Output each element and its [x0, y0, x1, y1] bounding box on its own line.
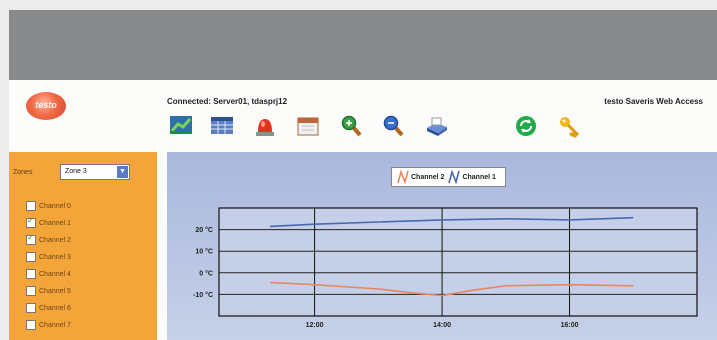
- alarm-icon[interactable]: [253, 114, 279, 140]
- y-tick-label: 20 °C: [195, 226, 213, 234]
- refresh-icon[interactable]: [514, 114, 540, 140]
- checkbox[interactable]: [26, 286, 36, 296]
- zone-select-value: Zone 3: [65, 168, 87, 175]
- channel-label: Channel 0: [39, 202, 71, 210]
- channel-checkbox-7[interactable]: Channel 7: [26, 319, 71, 331]
- chevron-down-icon[interactable]: ▼: [117, 166, 128, 178]
- zoom-in-icon[interactable]: [340, 114, 366, 140]
- checkbox[interactable]: [26, 269, 36, 279]
- channel-label: Channel 6: [39, 304, 71, 312]
- channel-checkbox-5[interactable]: Channel 5: [26, 285, 71, 297]
- checkbox[interactable]: [26, 320, 36, 330]
- checkbox[interactable]: [26, 252, 36, 262]
- channel-label: Channel 1: [39, 219, 71, 227]
- toolbar: [164, 114, 604, 146]
- zone-select[interactable]: Zone 3 ▼: [60, 164, 130, 180]
- plot-area: [218, 207, 698, 317]
- line-chart: 20 °C 10 °C 0 °C -10 °C 12:00 14:00 16:00: [193, 207, 698, 329]
- channel-checkbox-6[interactable]: Channel 6: [26, 302, 71, 314]
- print-icon[interactable]: [424, 114, 450, 140]
- channel-checkbox-0[interactable]: Channel 0: [26, 200, 71, 212]
- x-tick-label: 12:00: [306, 322, 324, 329]
- channel-label: Channel 3: [39, 253, 71, 261]
- channel-label: Channel 4: [39, 270, 71, 278]
- channel-label: Channel 5: [39, 287, 71, 295]
- zoom-out-icon[interactable]: [382, 114, 408, 140]
- x-tick-label: 16:00: [561, 322, 579, 329]
- y-tick-label: -10 °C: [193, 291, 213, 299]
- key-icon[interactable]: [557, 114, 583, 140]
- checkbox[interactable]: [26, 216, 36, 228]
- zones-label: Zones: [13, 169, 33, 176]
- channel-checkbox-3[interactable]: Channel 3: [26, 251, 71, 263]
- table-view-icon[interactable]: [210, 114, 236, 140]
- checkbox[interactable]: [26, 303, 36, 313]
- channel-label: Channel 7: [39, 321, 71, 329]
- channel-checkbox-4[interactable]: Channel 4: [26, 268, 71, 280]
- chart-panel: Channel 2 Channel 1 20 °C 10 °C 0 °C -10 °C…: [167, 152, 717, 340]
- app-brand: testo Saveris Web Access: [604, 97, 703, 106]
- chart-view-icon[interactable]: [169, 114, 195, 140]
- channel-checkbox-1[interactable]: Channel 1: [26, 216, 71, 229]
- channel-label: Channel 2: [39, 236, 71, 244]
- app-window: testo Connected: Server01, tdasprj12 tes…: [9, 80, 717, 340]
- logo-text: testo: [35, 100, 57, 110]
- sidebar: Zones Zone 3 ▼ Channel 0 Channel 1 Chann…: [9, 152, 157, 340]
- x-tick-label: 14:00: [433, 322, 451, 329]
- channel-checkbox-2[interactable]: Channel 2: [26, 233, 71, 246]
- checkbox[interactable]: [26, 233, 36, 245]
- y-tick-label: 0 °C: [199, 269, 213, 277]
- connection-status: Connected: Server01, tdasprj12: [167, 97, 288, 106]
- y-tick-label: 10 °C: [195, 248, 213, 256]
- top-banner: [9, 10, 717, 80]
- testo-logo: testo: [26, 92, 66, 120]
- checkbox[interactable]: [26, 201, 36, 211]
- calendar-icon[interactable]: [296, 114, 322, 140]
